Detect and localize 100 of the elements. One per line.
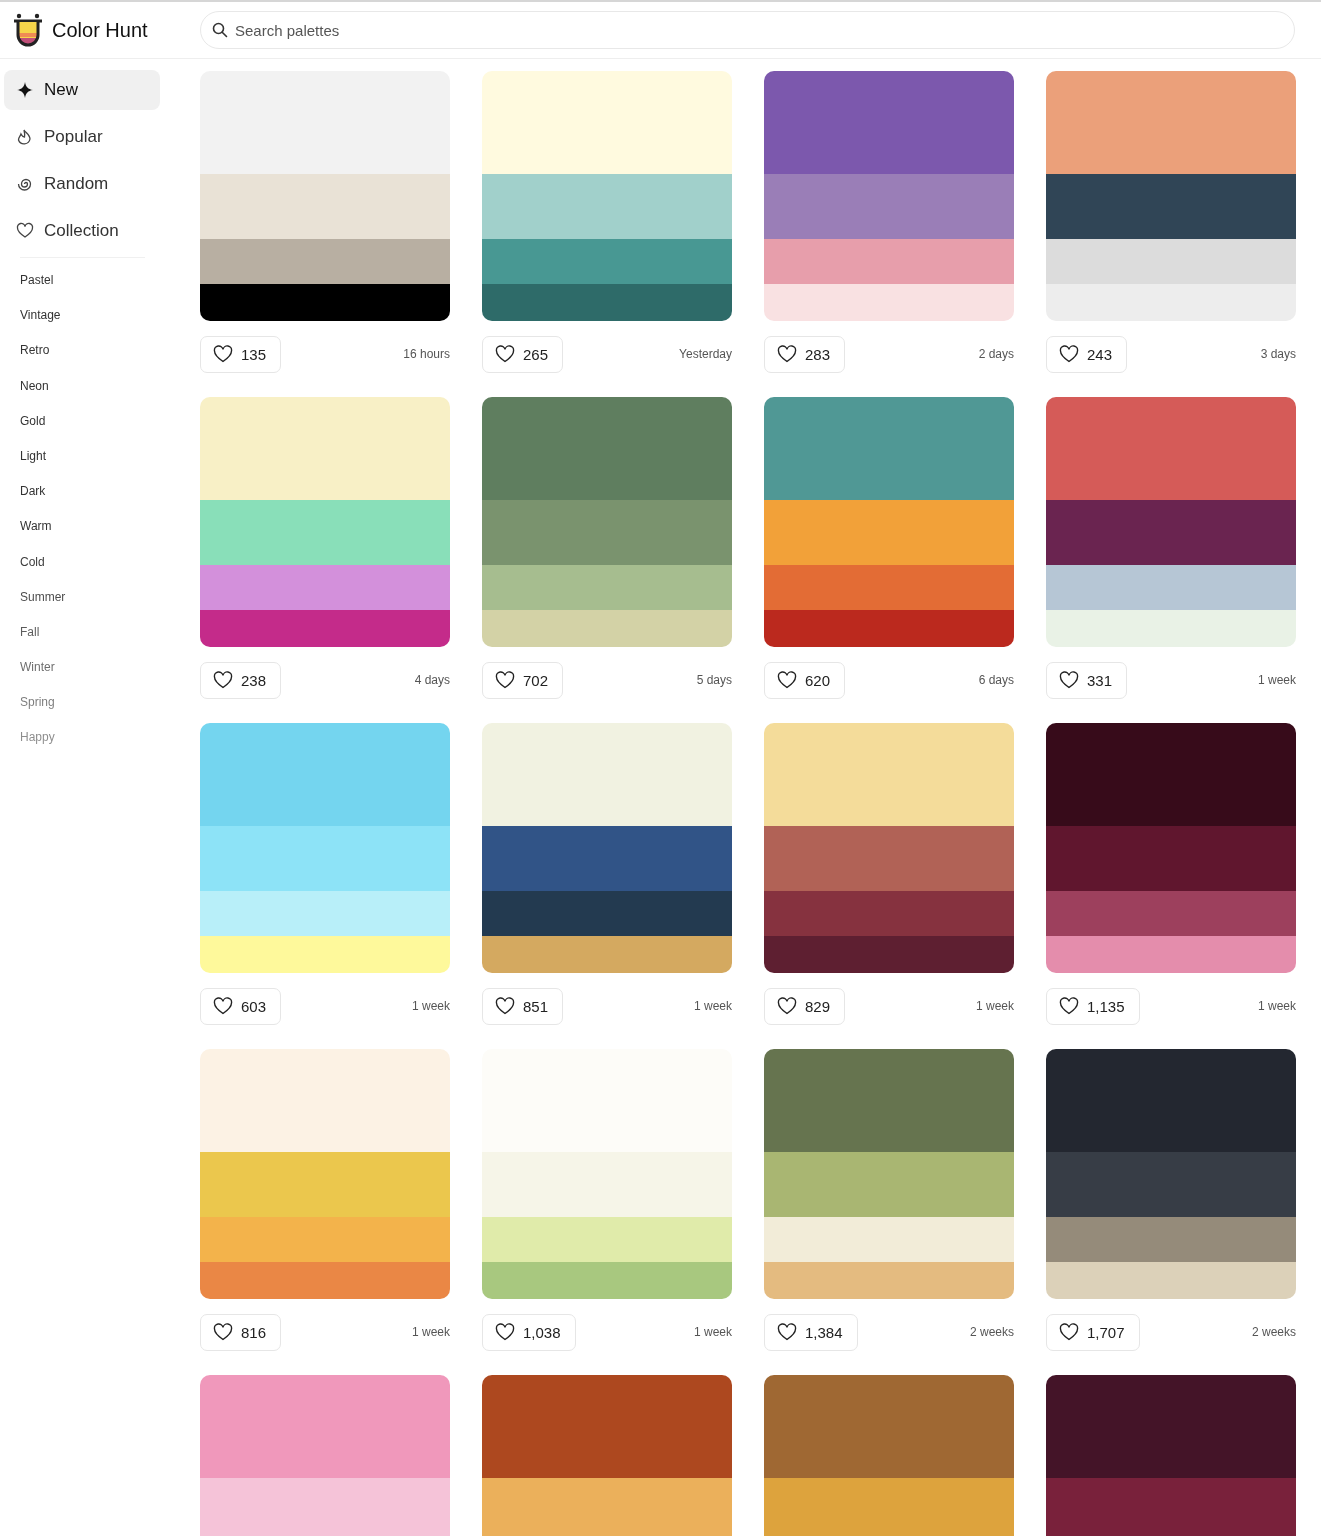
like-button[interactable]: 620 <box>764 661 846 699</box>
like-button[interactable]: 283 <box>764 335 846 373</box>
like-button[interactable]: 135 <box>200 335 282 373</box>
color-swatch[interactable] <box>764 564 1014 610</box>
color-swatch[interactable] <box>1046 609 1296 647</box>
color-swatch[interactable] <box>764 71 1014 174</box>
color-swatch[interactable] <box>482 890 732 936</box>
color-swatch[interactable] <box>1046 1049 1296 1152</box>
color-swatch[interactable] <box>200 173 450 239</box>
color-swatch[interactable] <box>200 1477 450 1536</box>
color-swatch[interactable] <box>200 564 450 610</box>
color-swatch[interactable] <box>482 283 732 321</box>
like-button[interactable]: 265 <box>482 335 564 373</box>
tag-link[interactable]: Retro <box>20 340 50 376</box>
like-button[interactable]: 331 <box>1046 661 1128 699</box>
tag-link[interactable]: Gold <box>20 410 46 446</box>
color-swatch[interactable] <box>200 238 450 284</box>
color-swatch[interactable] <box>200 499 450 565</box>
tag-link[interactable]: Warm <box>20 516 52 552</box>
color-swatch[interactable] <box>200 1216 450 1262</box>
tag-link[interactable]: Summer <box>20 586 66 622</box>
color-swatch[interactable] <box>200 723 450 826</box>
like-button[interactable]: 816 <box>200 1313 282 1351</box>
color-swatch[interactable] <box>200 1375 450 1478</box>
color-swatch[interactable] <box>1046 1261 1296 1299</box>
color-swatch[interactable] <box>482 238 732 284</box>
tag-link[interactable]: Light <box>20 445 47 482</box>
color-swatch[interactable] <box>200 1151 450 1217</box>
color-swatch[interactable] <box>1046 825 1296 891</box>
color-swatch[interactable] <box>482 935 732 973</box>
color-swatch[interactable] <box>764 173 1014 239</box>
color-swatch[interactable] <box>200 71 450 174</box>
like-button[interactable]: 603 <box>200 987 282 1025</box>
like-button[interactable]: 243 <box>1046 335 1128 373</box>
color-swatch[interactable] <box>1046 564 1296 610</box>
color-swatch[interactable] <box>1046 173 1296 239</box>
color-swatch[interactable] <box>482 173 732 239</box>
color-swatch[interactable] <box>1046 723 1296 826</box>
color-swatch[interactable] <box>764 890 1014 936</box>
color-swatch[interactable] <box>1046 499 1296 565</box>
nav-item[interactable]: Popular <box>4 117 160 157</box>
brand-name[interactable]: Color Hunt <box>52 18 148 42</box>
color-swatch[interactable] <box>764 609 1014 647</box>
color-swatch[interactable] <box>764 723 1014 826</box>
color-swatch[interactable] <box>482 1261 732 1299</box>
tag-link[interactable]: Dark <box>20 481 46 517</box>
tag-link[interactable]: Vintage <box>20 305 61 341</box>
color-swatch[interactable] <box>200 609 450 647</box>
color-swatch[interactable] <box>200 1261 450 1299</box>
like-button[interactable]: 1,384 <box>764 1313 858 1351</box>
color-swatch[interactable] <box>482 564 732 610</box>
search-field[interactable]: Search palettes <box>200 11 1295 49</box>
color-swatch[interactable] <box>764 1375 1014 1478</box>
color-swatch[interactable] <box>764 935 1014 973</box>
color-swatch[interactable] <box>200 397 450 500</box>
tag-link[interactable]: Fall <box>20 621 40 658</box>
like-button[interactable]: 1,707 <box>1046 1313 1140 1351</box>
color-swatch[interactable] <box>1046 238 1296 284</box>
color-swatch[interactable] <box>764 397 1014 500</box>
color-swatch[interactable] <box>482 723 732 826</box>
color-swatch[interactable] <box>1046 1477 1296 1536</box>
color-swatch[interactable] <box>764 1151 1014 1217</box>
color-swatch[interactable] <box>200 283 450 321</box>
nav-item[interactable]: Random <box>4 164 160 204</box>
color-swatch[interactable] <box>482 609 732 647</box>
color-swatch[interactable] <box>764 1049 1014 1152</box>
color-swatch[interactable] <box>1046 935 1296 973</box>
color-swatch[interactable] <box>1046 71 1296 174</box>
like-button[interactable]: 238 <box>200 661 282 699</box>
color-swatch[interactable] <box>764 825 1014 891</box>
color-swatch[interactable] <box>200 890 450 936</box>
color-swatch[interactable] <box>482 1477 732 1536</box>
color-swatch[interactable] <box>200 825 450 891</box>
color-swatch[interactable] <box>482 1151 732 1217</box>
color-swatch[interactable] <box>1046 283 1296 321</box>
color-swatch[interactable] <box>482 825 732 891</box>
nav-item[interactable]: Collection <box>4 211 160 251</box>
tag-link[interactable]: Neon <box>20 375 49 411</box>
color-swatch[interactable] <box>200 1049 450 1152</box>
tag-link[interactable]: Pastel <box>20 270 54 306</box>
tag-link[interactable]: Spring <box>20 692 55 728</box>
like-button[interactable]: 1,038 <box>482 1313 576 1351</box>
color-swatch[interactable] <box>1046 890 1296 936</box>
like-button[interactable]: 702 <box>482 661 564 699</box>
color-swatch[interactable] <box>764 499 1014 565</box>
color-swatch[interactable] <box>1046 1151 1296 1217</box>
color-swatch[interactable] <box>482 499 732 565</box>
color-swatch[interactable] <box>482 1375 732 1478</box>
color-swatch[interactable] <box>482 397 732 500</box>
color-swatch[interactable] <box>482 1216 732 1262</box>
color-swatch[interactable] <box>1046 1216 1296 1262</box>
color-swatch[interactable] <box>200 935 450 973</box>
color-swatch[interactable] <box>764 283 1014 321</box>
tag-link[interactable]: Winter <box>20 657 55 693</box>
like-button[interactable]: 829 <box>764 987 846 1025</box>
nav-item[interactable]: New <box>4 70 160 110</box>
color-swatch[interactable] <box>764 1216 1014 1262</box>
tag-link[interactable]: Cold <box>20 551 45 587</box>
color-swatch[interactable] <box>764 1261 1014 1299</box>
color-swatch[interactable] <box>1046 1375 1296 1478</box>
